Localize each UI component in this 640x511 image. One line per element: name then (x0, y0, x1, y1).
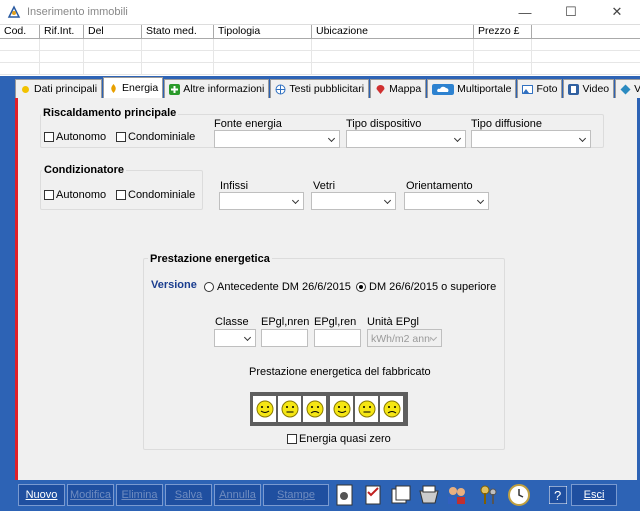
properties-grid[interactable]: Cod. Rif.Int. Del Stato med. Tipologia U… (0, 24, 640, 76)
smiley-sad-icon[interactable] (380, 396, 403, 422)
epgl-nren-label: EPgl,nren (261, 316, 310, 328)
button-bar: Nuovo Modifica Elimina Salva Annulla Sta… (15, 480, 637, 508)
unita-epgl-label: Unità EPgl (367, 316, 419, 328)
column-header[interactable]: Del (84, 25, 142, 38)
tipo-diffusione-select[interactable] (471, 130, 591, 148)
ac-autonomo-checkbox[interactable]: Autonomo (44, 189, 106, 201)
form-frame: Dati principali Energia Altre informazio… (0, 76, 640, 511)
table-row[interactable] (0, 51, 640, 63)
esci-button[interactable]: Esci (571, 484, 617, 506)
keys-icon[interactable] (477, 483, 501, 507)
grid-header: Cod. Rif.Int. Del Stato med. Tipologia U… (0, 25, 640, 39)
tab-multiportale[interactable]: Multiportale (427, 79, 517, 98)
ac-condominiale-checkbox[interactable]: Condominiale (116, 189, 195, 201)
smiley-neutral-icon[interactable] (355, 396, 378, 422)
classe-label: Classe (215, 316, 249, 328)
tab-energia[interactable]: Energia (103, 77, 164, 98)
compass-icon (620, 84, 631, 94)
infissi-select[interactable] (219, 192, 304, 210)
column-header[interactable]: Ubicazione (312, 25, 474, 38)
vetri-select[interactable] (311, 192, 396, 210)
svg-text:?: ? (554, 488, 561, 503)
tab-foto[interactable]: Foto (517, 79, 563, 98)
tab-vt[interactable]: VT (615, 79, 640, 98)
classe-select[interactable] (214, 329, 256, 347)
tab-strip: Dati principali Energia Altre informazio… (15, 77, 640, 98)
vetri-label: Vetri (313, 180, 336, 192)
tab-mappa[interactable]: Mappa (370, 79, 427, 98)
minimize-button[interactable]: — (502, 0, 548, 24)
checklist-icon[interactable] (361, 483, 385, 507)
energia-quasi-zero-checkbox[interactable]: Energia quasi zero (287, 433, 391, 445)
infissi-label: Infissi (220, 180, 249, 192)
radio-dm-2015[interactable]: DM 26/6/2015 o superiore (356, 281, 496, 293)
close-button[interactable]: ✕ (594, 0, 640, 24)
heating-autonomo-checkbox[interactable]: Autonomo (44, 131, 106, 143)
table-row[interactable] (0, 39, 640, 51)
photo-icon (522, 84, 534, 94)
cloud-icon (432, 83, 455, 95)
column-header[interactable]: Rif.Int. (40, 25, 84, 38)
unita-epgl-select[interactable]: kWh/m2 anno (367, 329, 442, 347)
smiley-happy-icon[interactable] (253, 396, 276, 422)
plus-icon (169, 83, 181, 95)
modifica-button[interactable]: Modifica (67, 484, 114, 506)
orientamento-select[interactable] (404, 192, 489, 210)
sun-icon (22, 85, 29, 93)
table-row[interactable] (0, 63, 640, 75)
smiley-happy-icon[interactable] (330, 396, 353, 422)
tab-altre-informazioni[interactable]: Altre informazioni (164, 79, 270, 98)
column-header[interactable]: Cod. (0, 25, 40, 38)
flame-icon (111, 83, 116, 93)
help-icon[interactable]: ? (549, 486, 567, 504)
globe-icon (275, 84, 286, 94)
documents-icon[interactable] (389, 483, 413, 507)
tipo-dispositivo-select[interactable] (346, 130, 466, 148)
unita-epgl-value: kWh/m2 anno (371, 333, 431, 345)
tab-testi-pubblicitari[interactable]: Testi pubblicitari (270, 79, 370, 98)
tipo-dispositivo-label: Tipo dispositivo (346, 118, 422, 130)
fabbricato-label: Prestazione energetica del fabbricato (249, 366, 431, 378)
maximize-button[interactable]: ☐ (548, 0, 594, 24)
smiley-neutral-icon[interactable] (278, 396, 301, 422)
tipo-diffusione-label: Tipo diffusione (471, 118, 542, 130)
building-performance-indicator[interactable] (250, 392, 408, 426)
epgl-ren-input[interactable] (314, 329, 361, 347)
map-pin-icon (376, 84, 385, 94)
column-header[interactable]: Tipologia (214, 25, 312, 38)
archive-icon[interactable] (417, 483, 441, 507)
annulla-button[interactable]: Annulla (214, 484, 261, 506)
tab-video[interactable]: Video (563, 79, 615, 98)
tab-dati-principali[interactable]: Dati principali (15, 79, 103, 98)
ac-title: Condizionatore (42, 164, 127, 176)
elimina-button[interactable]: Elimina (116, 484, 163, 506)
fonte-energia-select[interactable] (214, 130, 340, 148)
clients-icon[interactable] (445, 483, 469, 507)
nuovo-button[interactable]: Nuovo (18, 484, 65, 506)
orientamento-label: Orientamento (406, 180, 473, 192)
window-title: Inserimento immobili (27, 6, 128, 18)
column-header[interactable]: Stato med. (142, 25, 214, 38)
epgl-nren-input[interactable] (261, 329, 308, 347)
column-header[interactable]: Prezzo £ (474, 25, 532, 38)
heating-condominiale-checkbox[interactable]: Condominiale (116, 131, 195, 143)
clock-icon[interactable] (507, 483, 531, 507)
app-icon (7, 5, 21, 18)
film-icon (568, 83, 580, 95)
radio-antecedente[interactable]: Antecedente DM 26/6/2015 (204, 281, 351, 293)
heating-title: Riscaldamento principale (41, 107, 179, 119)
epgl-ren-label: EPgl,ren (314, 316, 357, 328)
stampe-button[interactable]: Stampe (263, 484, 329, 506)
performance-title: Prestazione energetica (148, 253, 272, 265)
salva-button[interactable]: Salva (165, 484, 212, 506)
smiley-sad-icon[interactable] (303, 396, 326, 422)
fonte-energia-label: Fonte energia (214, 118, 282, 130)
energia-panel: Riscaldamento principale Autonomo Condom… (15, 98, 637, 480)
versione-label: Versione (151, 279, 197, 291)
document-view-icon[interactable] (333, 483, 357, 507)
title-bar: Inserimento immobili — ☐ ✕ (0, 0, 640, 24)
